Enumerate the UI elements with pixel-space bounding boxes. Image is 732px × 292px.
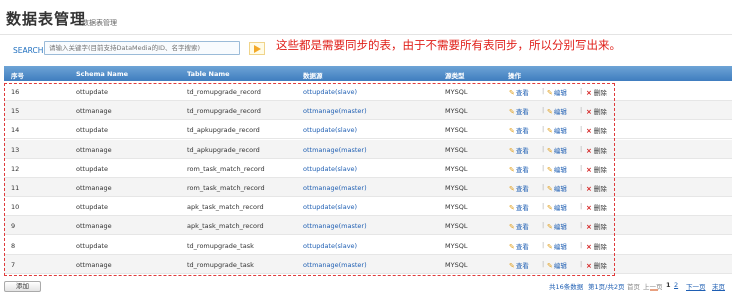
column-header-table: Table Name xyxy=(187,70,230,78)
search-label: SEARCH xyxy=(13,46,44,55)
red-annotation-text: 这些都是需要同步的表，由于不需要所有表同步，所以分别写出来。 xyxy=(276,38,621,52)
search-input[interactable] xyxy=(44,41,240,55)
add-button[interactable]: 添加 xyxy=(4,281,41,292)
pager-next[interactable]: 下一页 xyxy=(686,281,706,291)
column-header-schema: Schema Name xyxy=(76,70,128,78)
pager-first: 首页 xyxy=(627,283,640,291)
title-divider xyxy=(0,34,732,35)
pager-page-2[interactable]: 2 xyxy=(674,281,678,289)
table-header: 序号 Schema Name Table Name 数据源 源类型 操作 xyxy=(4,66,732,81)
column-header-actions: 操作 xyxy=(508,72,521,80)
column-header-type: 源类型 xyxy=(445,72,465,80)
pager-total: 共16条数据 xyxy=(549,283,584,291)
pager-current-page: 1 xyxy=(666,281,671,289)
page-indicator-mark xyxy=(650,289,658,291)
search-submit-button[interactable] xyxy=(249,42,265,55)
pager-last[interactable]: 末页 xyxy=(712,281,725,291)
pager-page-info: 第1页/共2页 xyxy=(588,283,625,291)
highlight-frame xyxy=(4,83,615,276)
page-title: 数据表管理 xyxy=(6,10,87,28)
page-subtitle: 数据表管理 xyxy=(82,19,117,27)
column-header-id: 序号 xyxy=(11,72,24,80)
column-header-source: 数据源 xyxy=(303,72,323,80)
